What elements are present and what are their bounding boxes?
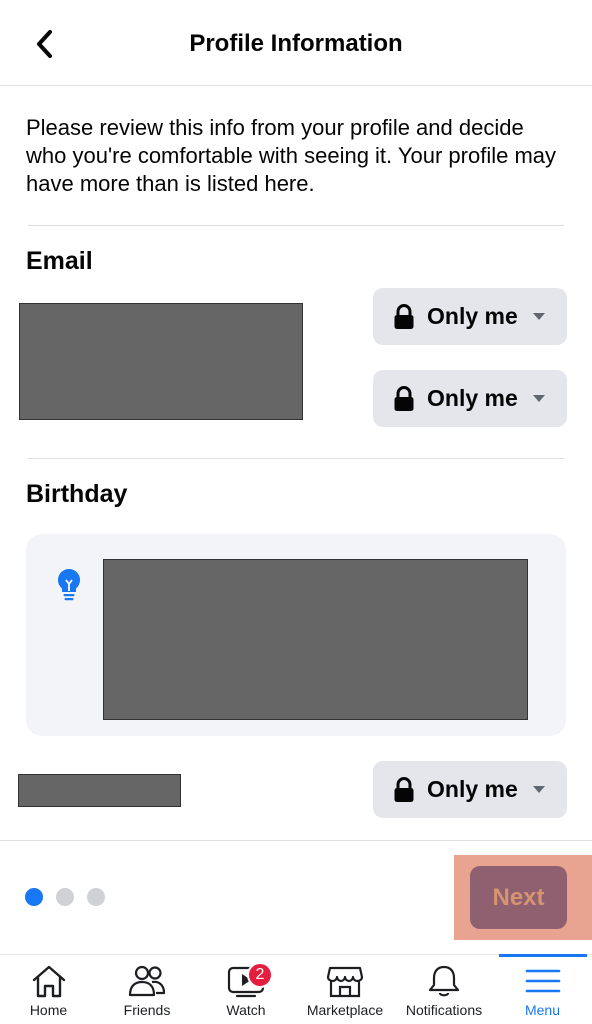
page-dot-3[interactable] — [87, 888, 105, 906]
intro-text: Please review this info from your profil… — [26, 115, 557, 196]
bell-icon — [428, 965, 460, 997]
caret-down-icon — [533, 786, 545, 793]
tab-label: Marketplace — [306, 1002, 384, 1018]
pagination-dots — [25, 888, 105, 906]
tab-notifications[interactable]: Notifications — [395, 955, 493, 1024]
tab-label: Watch — [226, 1002, 266, 1018]
home-icon — [32, 965, 65, 998]
page-dot-2[interactable] — [56, 888, 74, 906]
page-title: Profile Information — [189, 30, 403, 57]
marketplace-icon — [326, 966, 364, 998]
watch-badge: 2 — [247, 962, 273, 988]
next-button[interactable]: Next — [470, 866, 567, 929]
bottom-tab-bar: Home Friends 2 Watch Marketplace Notific… — [0, 954, 592, 1024]
menu-icon — [525, 969, 560, 993]
caret-down-icon — [533, 313, 545, 320]
tab-menu[interactable]: Menu — [493, 955, 592, 1024]
tab-marketplace[interactable]: Marketplace — [295, 955, 395, 1024]
page-dot-1[interactable] — [25, 888, 43, 906]
footer-divider — [0, 840, 592, 841]
email-audience-button-2[interactable]: Only me — [373, 370, 567, 427]
email-redacted-value — [19, 303, 303, 420]
birthday-audience-button[interactable]: Only me — [373, 761, 567, 818]
friends-icon — [128, 965, 166, 997]
tab-home[interactable]: Home — [0, 955, 97, 1024]
birthday-section-title: Birthday — [26, 480, 128, 508]
tab-label: Menu — [524, 1002, 561, 1018]
tab-label: Notifications — [405, 1002, 483, 1018]
tab-friends[interactable]: Friends — [97, 955, 197, 1024]
tab-watch[interactable]: 2 Watch — [197, 955, 295, 1024]
email-audience-button-1[interactable]: Only me — [373, 288, 567, 345]
lightbulb-icon — [57, 569, 81, 601]
active-tab-indicator — [499, 954, 587, 957]
lock-icon — [394, 303, 414, 329]
divider — [28, 458, 564, 459]
lock-icon — [394, 385, 414, 411]
email-section-title: Email — [26, 247, 93, 275]
tab-label: Friends — [123, 1002, 171, 1018]
birthday-tip-redacted-text — [103, 559, 528, 720]
header-bar: Profile Information — [0, 0, 592, 86]
tab-label: Home — [29, 1002, 68, 1018]
audience-label: Only me — [427, 776, 518, 802]
caret-down-icon — [533, 395, 545, 402]
divider — [28, 225, 564, 226]
lock-icon — [394, 776, 414, 802]
audience-label: Only me — [427, 385, 518, 411]
birthday-redacted-value — [18, 774, 181, 807]
audience-label: Only me — [427, 303, 518, 329]
